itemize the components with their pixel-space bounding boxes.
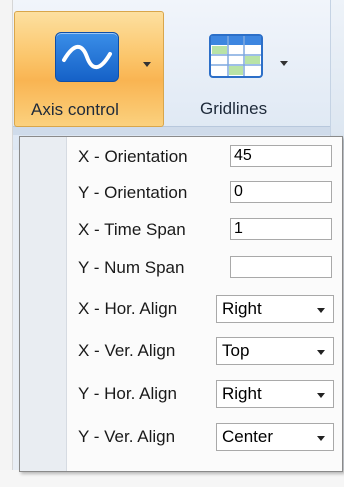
y-num-span-input[interactable] [230, 256, 332, 278]
y-num-span-label: Y - Num Span [78, 258, 185, 277]
x-ver-align-label: X - Ver. Align [78, 341, 176, 360]
axis-wave-icon [55, 32, 119, 82]
chevron-down-icon [317, 308, 325, 313]
x-ver-align-value: Top [222, 341, 250, 360]
ribbon-bottom-strip [0, 126, 344, 135]
y-hor-align-select[interactable]: Right [216, 380, 334, 408]
x-hor-align-select[interactable]: Right [216, 295, 334, 323]
y-orientation-label: Y - Orientation [78, 183, 188, 202]
gridlines-button[interactable]: Gridlines [168, 11, 290, 125]
x-orientation-input[interactable] [230, 145, 332, 167]
left-edge-panel [0, 0, 13, 487]
y-hor-align-label: Y - Hor. Align [78, 384, 177, 403]
x-time-span-label: X - Time Span [78, 220, 186, 239]
y-orientation-input[interactable] [230, 181, 332, 203]
y-ver-align-value: Center [222, 427, 274, 446]
chevron-down-icon [317, 436, 325, 441]
right-edge-panel [330, 0, 344, 150]
grid-table-icon [208, 31, 264, 79]
x-orientation-label: X - Orientation [78, 147, 188, 166]
x-time-span-input[interactable] [230, 218, 332, 240]
axis-control-button[interactable]: Axis control [14, 11, 164, 127]
gridlines-label: Gridlines [200, 99, 268, 118]
x-time-span-row: X - Time Span [70, 213, 340, 247]
chevron-down-icon[interactable] [280, 61, 288, 66]
axis-control-dropdown: X - Orientation Y - Orientation X - Time… [19, 136, 343, 472]
x-orientation-row: X - Orientation [70, 140, 340, 174]
y-hor-align-row: Y - Hor. Align Right [70, 377, 340, 411]
chevron-down-icon[interactable] [143, 62, 151, 67]
chevron-down-icon [317, 350, 325, 355]
axis-control-label: Axis control [31, 100, 119, 119]
chevron-down-icon [317, 393, 325, 398]
x-hor-align-row: X - Hor. Align Right [70, 292, 340, 326]
y-ver-align-row: Y - Ver. Align Center [70, 420, 340, 454]
y-ver-align-label: Y - Ver. Align [78, 427, 176, 446]
menu-margin [20, 137, 67, 471]
y-ver-align-select[interactable]: Center [216, 423, 334, 451]
y-hor-align-value: Right [222, 384, 262, 403]
y-orientation-row: Y - Orientation [70, 176, 340, 210]
x-hor-align-value: Right [222, 299, 262, 318]
x-hor-align-label: X - Hor. Align [78, 299, 178, 318]
x-ver-align-select[interactable]: Top [216, 337, 334, 365]
x-ver-align-row: X - Ver. Align Top [70, 334, 340, 368]
y-num-span-row: Y - Num Span [70, 251, 340, 285]
background-area [0, 470, 344, 487]
